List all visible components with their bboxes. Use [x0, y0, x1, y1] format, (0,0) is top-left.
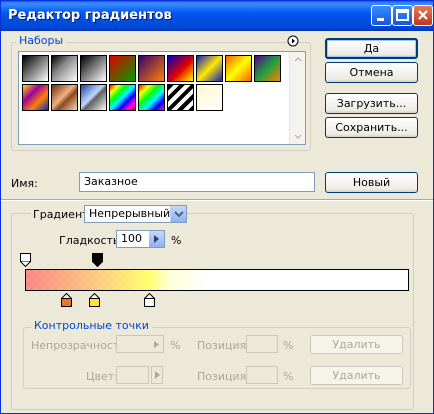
preset-swatch-violet-green-orange[interactable]: [254, 55, 281, 82]
color-position-input: [246, 366, 278, 384]
preset-swatch-violet-orange[interactable]: [138, 55, 165, 82]
color-stop-orange[interactable]: [60, 292, 73, 307]
gradient-preview-bar[interactable]: [25, 269, 409, 291]
name-label: Имя:: [11, 177, 38, 190]
load-button[interactable]: Загрузить...: [325, 93, 418, 114]
color-position-unit: %: [283, 370, 294, 383]
presets-swatch-list[interactable]: [18, 51, 306, 145]
smoothness-value: 100: [121, 232, 142, 245]
preset-swatch-white-transparent[interactable]: [196, 84, 223, 111]
ok-button[interactable]: Да: [325, 38, 418, 59]
opacity-stop-left[interactable]: [20, 253, 31, 268]
window-title: Редактор градиентов: [8, 8, 172, 23]
opacity-position-unit: %: [283, 339, 294, 352]
preset-swatch-red-green[interactable]: [109, 55, 136, 82]
preset-swatch-yellow-violet-orange-blue[interactable]: [22, 84, 49, 111]
presets-scrollbar[interactable]: [289, 52, 305, 144]
smoothness-input[interactable]: 100: [116, 230, 165, 248]
color-stop-white[interactable]: [143, 292, 156, 307]
delete-opacity-stop-button[interactable]: Удалить: [310, 335, 403, 354]
color-label: Цвет:: [86, 370, 118, 383]
preset-swatch-transparent-stripes[interactable]: [167, 84, 194, 111]
save-button[interactable]: Сохранить...: [325, 117, 418, 138]
gradient-type-select[interactable]: Непрерывный: [84, 205, 187, 223]
opacity-label: Непрозрачность:: [31, 339, 130, 352]
opacity-position-label: Позиция:: [197, 339, 250, 352]
color-stop-orange-fill: [61, 298, 72, 307]
color-menu-icon: [151, 366, 163, 384]
minimize-icon[interactable]: [371, 5, 392, 26]
maximize-icon[interactable]: [392, 5, 413, 26]
opacity-position-input: [246, 335, 278, 353]
preset-swatch-black-transparent[interactable]: [51, 55, 78, 82]
presets-menu-icon[interactable]: [287, 35, 299, 47]
presets-label: Наборы: [16, 34, 67, 47]
title-bar[interactable]: Редактор градиентов: [1, 1, 433, 31]
smoothness-slider-icon[interactable]: [149, 231, 164, 247]
close-icon[interactable]: [413, 5, 433, 26]
opacity-unit: %: [170, 339, 181, 352]
smoothness-label: Гладкость:: [59, 234, 124, 247]
opacity-slider-icon: [154, 341, 159, 348]
delete-color-stop-button[interactable]: Удалить: [310, 366, 403, 385]
gradient-type-value: Непрерывный: [89, 207, 171, 220]
color-swatch: [116, 366, 149, 384]
preset-swatch-black-white-2[interactable]: [80, 55, 107, 82]
gradient-editor-window: Редактор градиентов Наборы Да Отмена Заг…: [0, 0, 434, 414]
stops-label: Контрольные точки: [31, 319, 152, 332]
preset-swatch-spectrum[interactable]: [109, 84, 136, 111]
color-stop-yellow[interactable]: [88, 292, 101, 307]
opacity-input: [116, 335, 164, 353]
separator: [1, 199, 433, 201]
preset-swatch-chrome[interactable]: [80, 84, 107, 111]
preset-swatch-blue-red-yellow[interactable]: [167, 55, 194, 82]
chevron-down-icon[interactable]: [170, 206, 186, 222]
preset-swatch-black-white[interactable]: [22, 55, 49, 82]
preset-swatch-blue-yellow-blue[interactable]: [196, 55, 223, 82]
opacity-stop-right[interactable]: [92, 253, 103, 268]
preset-swatch-orange-yellow-orange[interactable]: [225, 55, 252, 82]
color-position-label: Позиция:: [197, 370, 250, 383]
new-button[interactable]: Новый: [325, 172, 418, 193]
cancel-button[interactable]: Отмена: [325, 62, 418, 83]
preset-swatch-copper[interactable]: [51, 84, 78, 111]
name-input[interactable]: Заказное: [79, 172, 315, 192]
preset-swatch-transparent-rainbow[interactable]: [138, 84, 165, 111]
smoothness-unit: %: [171, 234, 182, 247]
